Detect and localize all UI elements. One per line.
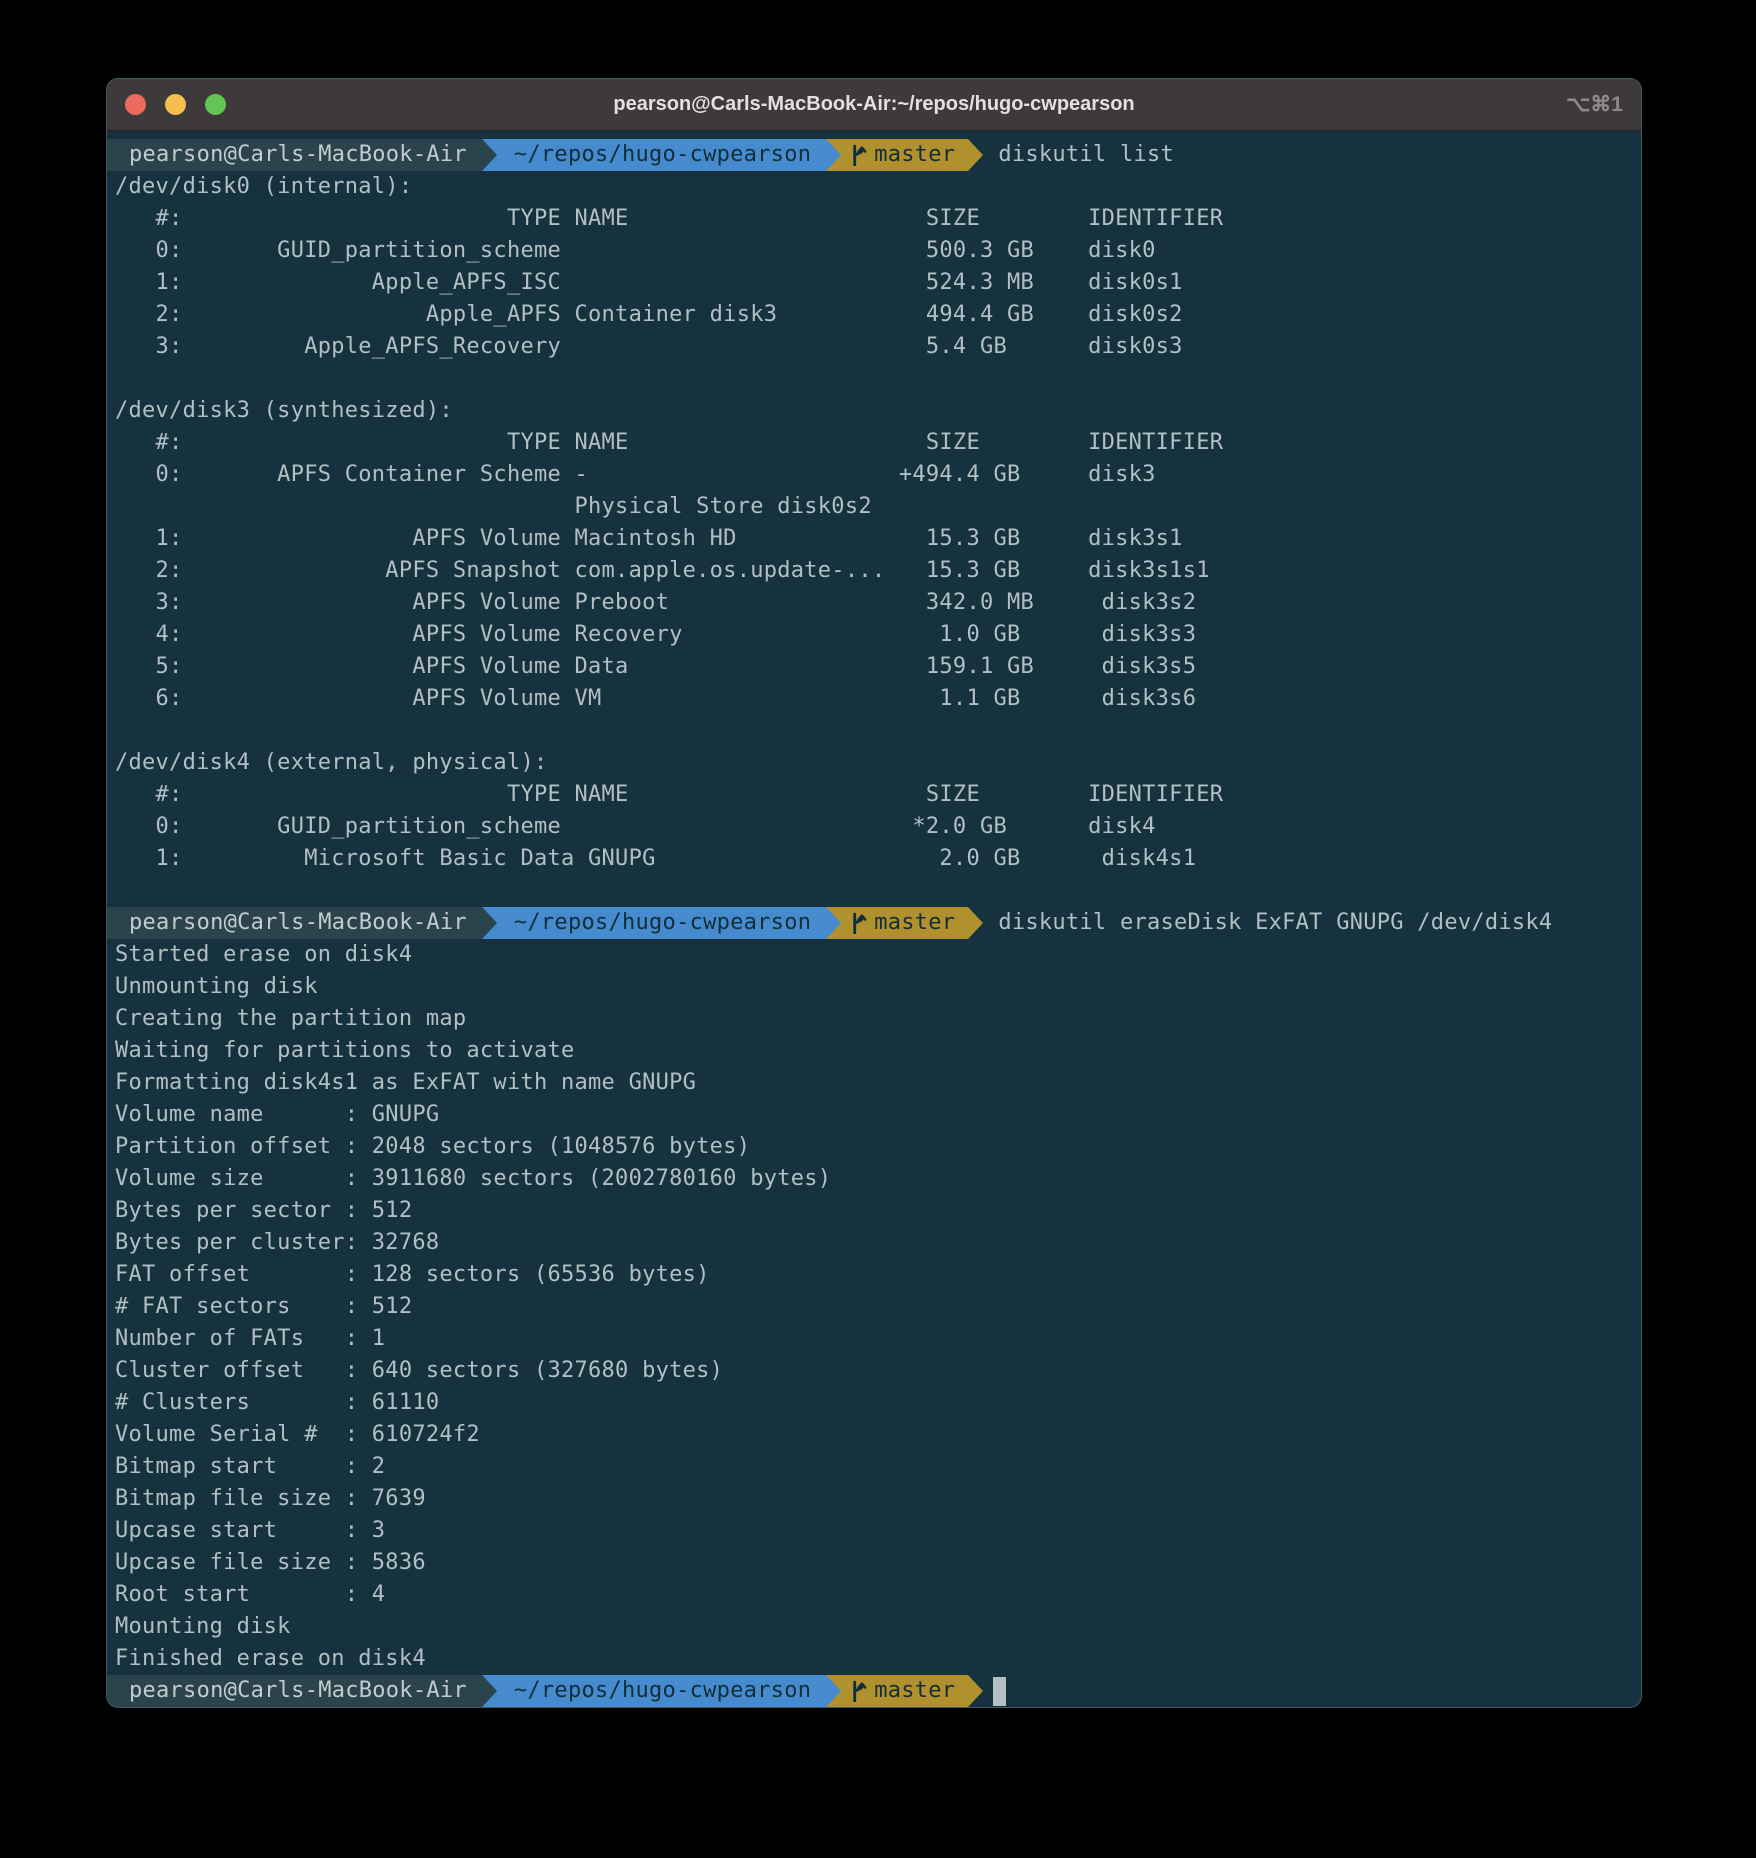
blank-line	[115, 363, 1641, 395]
terminal-output-line: 4: APFS Volume Recovery 1.0 GB disk3s3	[115, 619, 1641, 651]
shell-prompt: pearson@Carls-MacBook-Air~/repos/hugo-cw…	[115, 1675, 1641, 1707]
git-branch-icon	[849, 144, 867, 166]
powerline-separator-icon	[826, 907, 841, 939]
terminal-output-line: Partition offset : 2048 sectors (1048576…	[115, 1131, 1641, 1163]
terminal-body[interactable]: pearson@Carls-MacBook-Air ~/repos/hugo-cw…	[107, 131, 1641, 1707]
prompt-user-segment: pearson@Carls-MacBook-Air	[107, 1675, 482, 1707]
terminal-output-line: 3: Apple_APFS_Recovery 5.4 GB disk0s3	[115, 331, 1641, 363]
window-title: pearson@Carls-MacBook-Air:~/repos/hugo-c…	[107, 93, 1641, 116]
terminal-output-line: Upcase file size : 5836	[115, 1547, 1641, 1579]
prompt-path-segment: ~/repos/hugo-cwpearson	[497, 139, 826, 171]
terminal-output-line: Creating the partition map	[115, 1003, 1641, 1035]
powerline-separator-icon	[968, 1675, 983, 1707]
powerline-separator-icon	[482, 907, 497, 939]
terminal-output-line: FAT offset : 128 sectors (65536 bytes)	[115, 1259, 1641, 1291]
git-branch-icon	[849, 912, 867, 934]
terminal-output-line: 2: APFS Snapshot com.apple.os.update-...…	[115, 555, 1641, 587]
prompt-git-segment: master	[841, 1675, 968, 1707]
terminal-output-line: #: TYPE NAME SIZE IDENTIFIER	[115, 203, 1641, 235]
terminal-output-line: Physical Store disk0s2	[115, 491, 1641, 523]
terminal-output-line: Cluster offset : 640 sectors (327680 byt…	[115, 1355, 1641, 1387]
terminal-output-line: Bytes per sector : 512	[115, 1195, 1641, 1227]
git-branch-label: master	[874, 1675, 955, 1707]
terminal-output-line: Root start : 4	[115, 1579, 1641, 1611]
terminal-output-line: Upcase start : 3	[115, 1515, 1641, 1547]
terminal-output-line: 3: APFS Volume Preboot 342.0 MB disk3s2	[115, 587, 1641, 619]
terminal-output-line: 1: Apple_APFS_ISC 524.3 MB disk0s1	[115, 267, 1641, 299]
terminal-output-line: Number of FATs : 1	[115, 1323, 1641, 1355]
terminal-output-line: 1: APFS Volume Macintosh HD 15.3 GB disk…	[115, 523, 1641, 555]
terminal-output-line: Started erase on disk4	[115, 939, 1641, 971]
close-button[interactable]	[125, 94, 146, 115]
traffic-lights	[125, 94, 226, 115]
terminal-output-line: Mounting disk	[115, 1611, 1641, 1643]
terminal-output-line: # Clusters : 61110	[115, 1387, 1641, 1419]
terminal-output-line: 0: APFS Container Scheme - +494.4 GB dis…	[115, 459, 1641, 491]
terminal-output-line: Volume Serial # : 610724f2	[115, 1419, 1641, 1451]
terminal-output-line: Volume size : 3911680 sectors (200278016…	[115, 1163, 1641, 1195]
git-branch-label: master	[874, 139, 955, 171]
terminal-output-line: Volume name : GNUPG	[115, 1099, 1641, 1131]
terminal-output-line: Bitmap start : 2	[115, 1451, 1641, 1483]
terminal-output-line: Formatting disk4s1 as ExFAT with name GN…	[115, 1067, 1641, 1099]
prompt-user-segment: pearson@Carls-MacBook-Air	[107, 139, 482, 171]
terminal-output-line: /dev/disk0 (internal):	[115, 171, 1641, 203]
blank-line	[115, 875, 1641, 907]
powerline-separator-icon	[826, 1675, 841, 1707]
zoom-button[interactable]	[205, 94, 226, 115]
terminal-output-line: # FAT sectors : 512	[115, 1291, 1641, 1323]
terminal-output-line: Finished erase on disk4	[115, 1643, 1641, 1675]
blank-line	[115, 715, 1641, 747]
terminal-output-line: 0: GUID_partition_scheme *2.0 GB disk4	[115, 811, 1641, 843]
desktop-background: pearson@Carls-MacBook-Air:~/repos/hugo-c…	[0, 0, 1756, 1858]
terminal-output-line: /dev/disk3 (synthesized):	[115, 395, 1641, 427]
terminal-output-line: 6: APFS Volume VM 1.1 GB disk3s6	[115, 683, 1641, 715]
terminal-output-line: Bitmap file size : 7639	[115, 1483, 1641, 1515]
terminal-output-line: 0: GUID_partition_scheme 500.3 GB disk0	[115, 235, 1641, 267]
powerline-separator-icon	[968, 907, 983, 939]
terminal-output-line: 5: APFS Volume Data 159.1 GB disk3s5	[115, 651, 1641, 683]
prompt-git-segment: master	[841, 139, 968, 171]
terminal-output-line: #: TYPE NAME SIZE IDENTIFIER	[115, 779, 1641, 811]
git-branch-icon	[849, 1680, 867, 1702]
terminal-output-line: /dev/disk4 (external, physical):	[115, 747, 1641, 779]
command-text: diskutil eraseDisk ExFAT GNUPG /dev/disk…	[998, 907, 1552, 939]
powerline-separator-icon	[826, 139, 841, 171]
prompt-user-segment: pearson@Carls-MacBook-Air	[107, 907, 482, 939]
minimize-button[interactable]	[165, 94, 186, 115]
terminal-output-line: Waiting for partitions to activate	[115, 1035, 1641, 1067]
shell-prompt: pearson@Carls-MacBook-Air~/repos/hugo-cw…	[115, 139, 1641, 171]
powerline-separator-icon	[482, 1675, 497, 1707]
terminal-output-line: Unmounting disk	[115, 971, 1641, 1003]
terminal-window: pearson@Carls-MacBook-Air:~/repos/hugo-c…	[106, 78, 1642, 1708]
terminal-output-line: Bytes per cluster: 32768	[115, 1227, 1641, 1259]
shell-prompt: pearson@Carls-MacBook-Air~/repos/hugo-cw…	[115, 907, 1641, 939]
titlebar[interactable]: pearson@Carls-MacBook-Air:~/repos/hugo-c…	[107, 79, 1641, 131]
terminal-cursor	[993, 1677, 1006, 1706]
prompt-path-segment: ~/repos/hugo-cwpearson	[497, 1675, 826, 1707]
powerline-separator-icon	[968, 139, 983, 171]
terminal-output-line: 1: Microsoft Basic Data GNUPG 2.0 GB dis…	[115, 843, 1641, 875]
terminal-output-line: #: TYPE NAME SIZE IDENTIFIER	[115, 427, 1641, 459]
command-text: diskutil list	[998, 139, 1174, 171]
prompt-path-segment: ~/repos/hugo-cwpearson	[497, 907, 826, 939]
powerline-separator-icon	[482, 139, 497, 171]
git-branch-label: master	[874, 907, 955, 939]
prompt-git-segment: master	[841, 907, 968, 939]
terminal-output-line: 2: Apple_APFS Container disk3 494.4 GB d…	[115, 299, 1641, 331]
window-shortcut-badge: ⌥⌘1	[1566, 92, 1623, 117]
